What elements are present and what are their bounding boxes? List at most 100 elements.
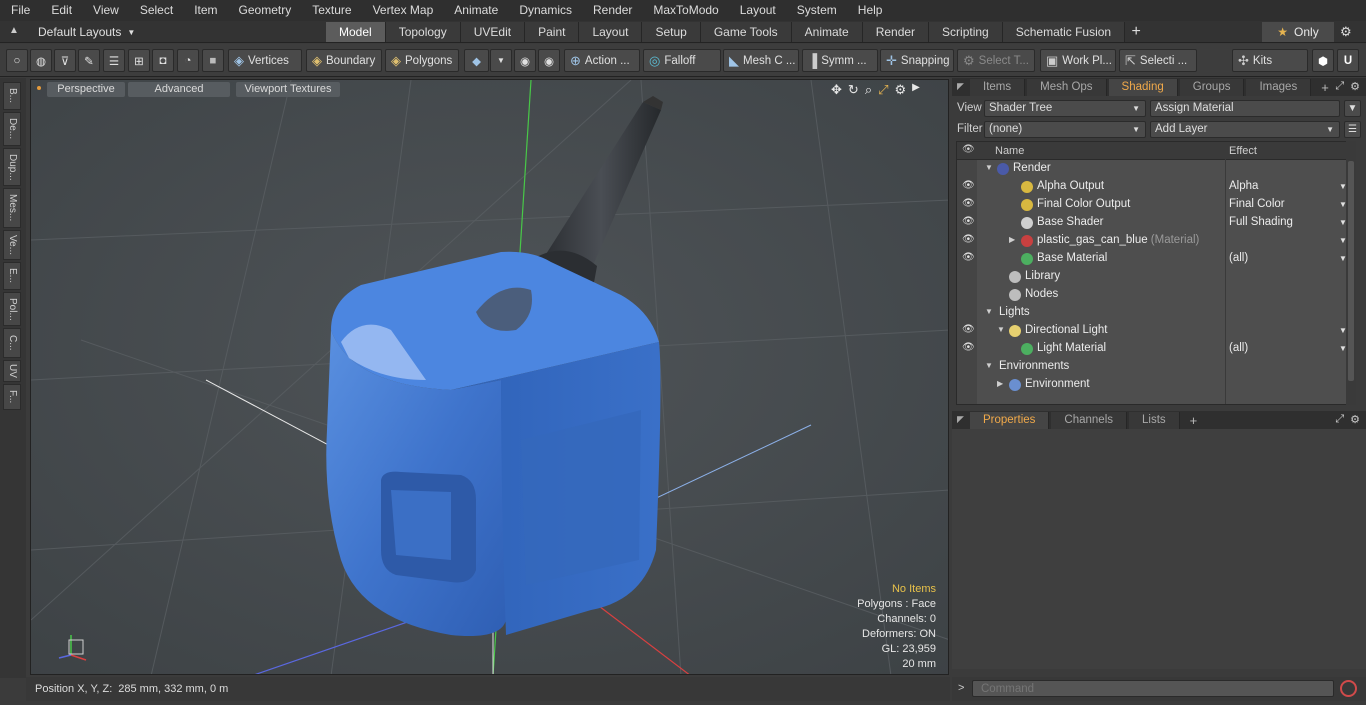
snapping-button[interactable]: ✛ Snapping [880, 49, 954, 72]
menu-item-animate[interactable]: Animate [443, 0, 508, 21]
menu-item-edit[interactable]: Edit [40, 0, 82, 21]
expand-triangle-icon[interactable]: ▼ [985, 163, 993, 172]
shader-tree-row[interactable]: ▶ Environment [957, 376, 1347, 394]
scene-canvas[interactable] [31, 80, 949, 675]
boundary-mode-button[interactable]: ◈ Boundary [306, 49, 382, 72]
center-button[interactable]: ⊞ [128, 49, 150, 72]
panel-tab-groups[interactable]: Groups [1179, 79, 1245, 96]
select-through-button[interactable]: ⚙ Select T... [957, 49, 1035, 72]
left-tab-8[interactable]: UV [3, 360, 21, 382]
menu-item-texture[interactable]: Texture [301, 0, 361, 21]
properties-menu-icon[interactable]: ◤ [957, 414, 964, 425]
visibility-eye-icon[interactable]: 👁 [962, 252, 975, 263]
viewport-textures-button[interactable]: Viewport Textures [236, 82, 340, 97]
properties-tab-properties[interactable]: Properties [970, 412, 1050, 429]
left-tab-4[interactable]: Ve... [3, 230, 21, 260]
left-tab-6[interactable]: Pol... [3, 292, 21, 326]
shader-tree-row[interactable]: ▼ Render [957, 160, 1347, 178]
panel-tab-shading[interactable]: Shading [1108, 79, 1178, 96]
name-column-header[interactable]: Name [995, 145, 1024, 157]
zoom-icon[interactable]: ⌕ [865, 82, 872, 98]
left-tab-9[interactable]: F... [3, 384, 21, 410]
work-plane-button[interactable]: ▣ Work Pl... [1040, 49, 1116, 72]
action-center-button[interactable]: ⊕ Action ... [564, 49, 640, 72]
panel-gear-icon[interactable]: ⚙ [1350, 80, 1360, 93]
layer-effect[interactable]: (all) [1229, 252, 1248, 264]
menu-item-dynamics[interactable]: Dynamics [508, 0, 582, 21]
shader-tree-row[interactable]: Nodes [957, 286, 1347, 304]
unity-button[interactable]: ⬢ [1312, 49, 1334, 72]
menu-item-file[interactable]: File [0, 0, 40, 21]
expand-triangle-icon[interactable]: ▼ [985, 307, 993, 316]
properties-tab-channels[interactable]: Channels [1051, 412, 1128, 429]
filter-dropdown[interactable]: (none) ▼ [984, 121, 1146, 138]
transform-button[interactable]: ◘ [152, 49, 174, 72]
layer-effect[interactable]: Final Color [1229, 198, 1285, 210]
eye-icon[interactable]: 👁 [962, 144, 975, 155]
visibility-eye-icon[interactable]: 👁 [962, 180, 975, 191]
menu-item-view[interactable]: View [82, 0, 129, 21]
perspective-view-button[interactable]: Perspective [47, 82, 125, 97]
shader-tree-row[interactable]: 👁 ▼ Directional Light ▼ [957, 322, 1347, 340]
effect-column-header[interactable]: Effect [1229, 145, 1257, 157]
shader-tree-row[interactable]: 👁 Light Material (all) ▼ [957, 340, 1347, 358]
layout-tab-animate[interactable]: Animate [791, 22, 863, 42]
kits-button[interactable]: ✣ Kits [1232, 49, 1308, 72]
pan-icon[interactable]: ✥ [831, 82, 842, 98]
left-tab-5[interactable]: E... [3, 262, 21, 290]
3d-viewport[interactable]: Perspective Advanced Viewport Textures ✥… [30, 79, 949, 675]
view-dropdown[interactable]: Shader Tree ▼ [984, 100, 1146, 117]
visibility-eye-icon[interactable]: 👁 [962, 324, 975, 335]
layer-effect[interactable]: (all) [1229, 342, 1248, 354]
expand-triangle-icon[interactable]: ▶ [997, 379, 1003, 388]
layout-tab-uvedit[interactable]: UVEdit [460, 22, 526, 42]
layout-tab-schematic-fusion[interactable]: Schematic Fusion [1002, 22, 1126, 42]
command-input[interactable] [972, 680, 1334, 697]
left-tab-7[interactable]: C... [3, 328, 21, 358]
menu-item-render[interactable]: Render [582, 0, 642, 21]
visibility-eye-icon[interactable]: 👁 [962, 234, 975, 245]
vertices-mode-button[interactable]: ◈ Vertices [228, 49, 302, 72]
panel-tab-items[interactable]: Items [970, 79, 1026, 96]
menu-item-maxtomodo[interactable]: MaxToModo [642, 0, 728, 21]
menu-item-select[interactable]: Select [129, 0, 183, 21]
filter-funnel-button[interactable]: ▼ [1344, 100, 1361, 117]
left-tab-0[interactable]: B... [3, 82, 21, 110]
visibility-eye-icon[interactable]: 👁 [962, 216, 975, 227]
pen-button[interactable]: ⊽ [54, 49, 76, 72]
panel-tab-images[interactable]: Images [1246, 79, 1312, 96]
expand-icon[interactable]: ⤢ [1335, 413, 1344, 426]
shader-tree-row[interactable]: ▼ Environments [957, 358, 1347, 376]
unreal-button[interactable]: U [1337, 49, 1359, 72]
layout-tab-paint[interactable]: Paint [525, 22, 580, 42]
falloff-button[interactable]: ◎ Falloff [643, 49, 721, 72]
shader-tree-row[interactable]: 👁 Final Color Output Final Color ▼ [957, 196, 1347, 214]
shader-tree-row[interactable]: 👁 Base Shader Full Shading ▼ [957, 214, 1347, 232]
brush-button[interactable]: ✎ [78, 49, 100, 72]
shader-tree-row[interactable]: Library [957, 268, 1347, 286]
visibility-eye-icon[interactable]: 👁 [962, 198, 975, 209]
add-tab-icon[interactable]: + [1182, 412, 1206, 429]
properties-tab-lists[interactable]: Lists [1129, 412, 1180, 429]
menu-item-geometry[interactable]: Geometry [228, 0, 302, 21]
mesh-constraint-button[interactable]: ◣ Mesh C ... [723, 49, 799, 72]
menu-item-system[interactable]: System [786, 0, 847, 21]
layout-tab-model[interactable]: Model [326, 22, 386, 42]
panel-tab-mesh-ops[interactable]: Mesh Ops [1027, 79, 1107, 96]
layout-selector[interactable]: Default Layouts ▼ [38, 23, 135, 41]
gear-icon[interactable]: ⚙ [1340, 24, 1352, 40]
layout-up-icon[interactable]: ▲ [9, 25, 19, 36]
add-tab-icon[interactable]: + [1313, 79, 1337, 96]
maximize-icon[interactable]: ⤢ [878, 82, 888, 98]
play-arrow-icon[interactable]: ▶ [912, 82, 920, 98]
layout-tab-topology[interactable]: Topology [385, 22, 461, 42]
assign-material-button[interactable]: Assign Material [1150, 100, 1340, 117]
layout-tab-layout[interactable]: Layout [579, 22, 643, 42]
layer-effect[interactable]: Alpha [1229, 180, 1258, 192]
menu-item-item[interactable]: Item [183, 0, 227, 21]
items-mode-button[interactable]: ■ [202, 49, 224, 72]
rotate-button[interactable]: ◔ [177, 49, 199, 72]
expand-triangle-icon[interactable]: ▼ [997, 325, 1005, 334]
shader-tree-row[interactable]: 👁 ▶ plastic_gas_can_blue (Material) ▼ [957, 232, 1347, 250]
expand-icon[interactable]: ⤢ [1335, 80, 1344, 93]
